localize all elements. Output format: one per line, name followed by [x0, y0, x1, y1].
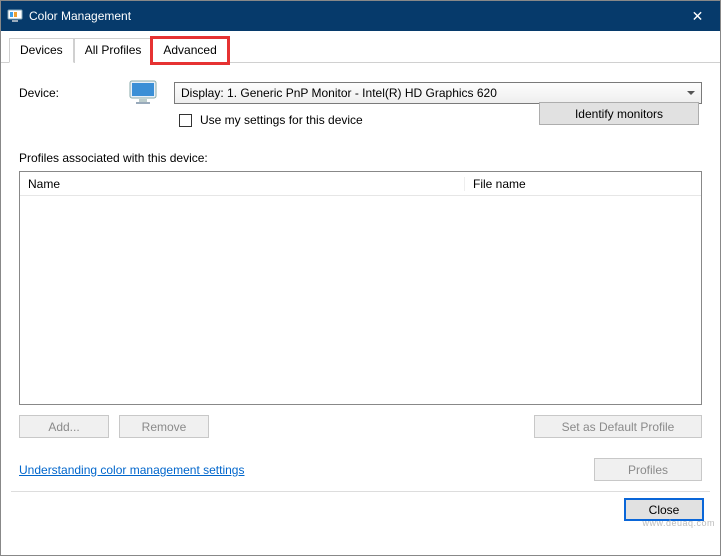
understanding-settings-link[interactable]: Understanding color management settings — [19, 463, 244, 477]
device-dropdown-value: Display: 1. Generic PnP Monitor - Intel(… — [181, 86, 497, 100]
app-icon — [7, 8, 23, 24]
profiles-list-header: Name File name — [20, 172, 701, 196]
close-icon: ✕ — [692, 8, 704, 25]
profiles-list[interactable]: Name File name — [19, 171, 702, 405]
use-my-settings-label: Use my settings for this device — [200, 113, 363, 127]
column-header-file[interactable]: File name — [465, 177, 701, 191]
close-window-button[interactable]: ✕ — [675, 1, 720, 31]
column-header-name[interactable]: Name — [20, 177, 465, 191]
monitor-icon — [128, 79, 160, 107]
device-dropdown[interactable]: Display: 1. Generic PnP Monitor - Intel(… — [174, 82, 702, 104]
profiles-section-label: Profiles associated with this device: — [19, 151, 702, 165]
titlebar: Color Management ✕ — [1, 1, 720, 31]
window-title: Color Management — [29, 9, 131, 23]
set-default-profile-button[interactable]: Set as Default Profile — [534, 415, 702, 438]
add-button[interactable]: Add... — [19, 415, 109, 438]
watermark: www.deuaq.com — [642, 518, 715, 528]
identify-monitors-button[interactable]: Identify monitors — [539, 102, 699, 125]
profiles-button[interactable]: Profiles — [594, 458, 702, 481]
tab-content: Device: Display: 1. Generic PnP Monitor … — [1, 63, 720, 446]
use-my-settings-checkbox[interactable] — [179, 114, 192, 127]
remove-button[interactable]: Remove — [119, 415, 209, 438]
tab-advanced[interactable]: Advanced — [152, 38, 227, 63]
tab-strip: Devices All Profiles Advanced — [1, 31, 720, 63]
device-label: Device: — [19, 86, 114, 100]
tab-devices[interactable]: Devices — [9, 38, 74, 63]
tab-all-profiles[interactable]: All Profiles — [74, 38, 153, 63]
